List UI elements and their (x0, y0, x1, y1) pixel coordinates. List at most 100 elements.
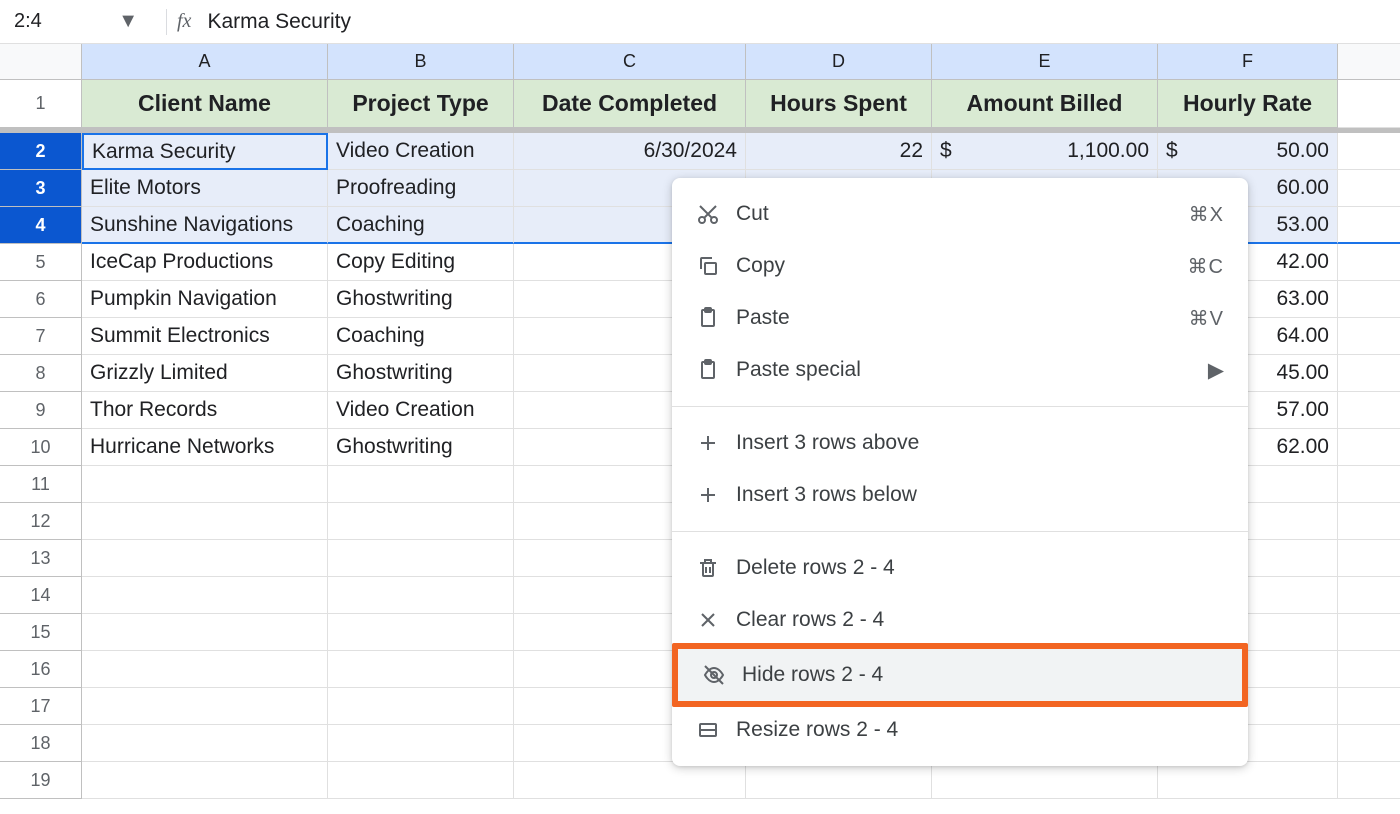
cell-client[interactable]: Grizzly Limited (82, 355, 328, 392)
header-row: 1 Client Name Project Type Date Complete… (0, 80, 1400, 128)
cell-client[interactable]: Elite Motors (82, 170, 328, 207)
cell[interactable] (82, 577, 328, 614)
cell-rate[interactable]: $50.00 (1158, 133, 1338, 170)
col-header-f[interactable]: F (1158, 44, 1338, 80)
row-header[interactable]: 3 (0, 170, 82, 207)
cell-client[interactable]: Hurricane Networks (82, 429, 328, 466)
row-header[interactable]: 18 (0, 725, 82, 762)
menu-shortcut: ⌘V (1189, 306, 1224, 331)
row-header[interactable]: 19 (0, 762, 82, 799)
column-headers: A B C D E F (0, 44, 1400, 80)
cell-type[interactable]: Video Creation (328, 392, 514, 429)
cell[interactable] (328, 725, 514, 762)
cell[interactable] (932, 762, 1158, 799)
header-hours[interactable]: Hours Spent (746, 80, 932, 128)
cell[interactable] (82, 688, 328, 725)
cell[interactable] (82, 762, 328, 799)
cell-type[interactable]: Ghostwriting (328, 429, 514, 466)
header-client[interactable]: Client Name (82, 80, 328, 128)
row-header[interactable]: 5 (0, 244, 82, 281)
row-header[interactable]: 2 (0, 133, 82, 170)
cell[interactable] (82, 540, 328, 577)
header-type[interactable]: Project Type (328, 80, 514, 128)
cell-type[interactable]: Video Creation (328, 133, 514, 170)
menu-delete[interactable]: Delete rows 2 - 4 (672, 542, 1248, 594)
cell-client[interactable]: IceCap Productions (82, 244, 328, 281)
col-header-a[interactable]: A (82, 44, 328, 80)
cell[interactable] (328, 614, 514, 651)
menu-insert-below[interactable]: Insert 3 rows below (672, 469, 1248, 521)
row-header[interactable]: 8 (0, 355, 82, 392)
name-box[interactable]: 2:4 ▼ (6, 6, 156, 37)
row-header[interactable]: 15 (0, 614, 82, 651)
cell[interactable] (328, 762, 514, 799)
menu-cut[interactable]: Cut ⌘X (672, 188, 1248, 240)
dropdown-icon[interactable]: ▼ (118, 10, 138, 33)
col-header-e[interactable]: E (932, 44, 1158, 80)
col-header-b[interactable]: B (328, 44, 514, 80)
cell[interactable] (514, 762, 746, 799)
copy-icon (696, 254, 736, 278)
select-all-corner[interactable] (0, 44, 82, 80)
row-header[interactable]: 11 (0, 466, 82, 503)
cell-type[interactable]: Copy Editing (328, 244, 514, 281)
col-header-c[interactable]: C (514, 44, 746, 80)
cell-type[interactable]: Ghostwriting (328, 281, 514, 318)
cell[interactable] (82, 651, 328, 688)
menu-insert-above[interactable]: Insert 3 rows above (672, 417, 1248, 469)
menu-clear[interactable]: Clear rows 2 - 4 (672, 594, 1248, 646)
formula-value[interactable]: Karma Security (207, 10, 351, 34)
row-header[interactable]: 12 (0, 503, 82, 540)
cell-type[interactable]: Proofreading (328, 170, 514, 207)
row-header[interactable]: 7 (0, 318, 82, 355)
cell-client[interactable]: Sunshine Navigations (82, 207, 328, 244)
row-header[interactable]: 9 (0, 392, 82, 429)
cell-date[interactable]: 6/30/2024 (514, 133, 746, 170)
menu-paste[interactable]: Paste ⌘V (672, 292, 1248, 344)
cell[interactable] (1158, 762, 1338, 799)
menu-resize[interactable]: Resize rows 2 - 4 (672, 704, 1248, 756)
row-header[interactable]: 4 (0, 207, 82, 244)
row-header[interactable]: 17 (0, 688, 82, 725)
close-icon (696, 608, 736, 632)
menu-copy[interactable]: Copy ⌘C (672, 240, 1248, 292)
cell[interactable] (82, 503, 328, 540)
cell-client[interactable]: Karma Security (82, 133, 328, 170)
row-header[interactable]: 10 (0, 429, 82, 466)
trash-icon (696, 556, 736, 580)
col-header-d[interactable]: D (746, 44, 932, 80)
cell[interactable] (328, 577, 514, 614)
cell-client[interactable]: Thor Records (82, 392, 328, 429)
cell[interactable] (328, 540, 514, 577)
cell-amount[interactable]: $1,100.00 (932, 133, 1158, 170)
cell[interactable] (82, 725, 328, 762)
header-date[interactable]: Date Completed (514, 80, 746, 128)
header-amount[interactable]: Amount Billed (932, 80, 1158, 128)
cell[interactable] (82, 466, 328, 503)
cell-hours[interactable]: 22 (746, 133, 932, 170)
cell[interactable] (328, 466, 514, 503)
row-header[interactable]: 6 (0, 281, 82, 318)
row-header[interactable]: 13 (0, 540, 82, 577)
cell[interactable] (82, 614, 328, 651)
divider (166, 9, 167, 35)
cell-client[interactable]: Pumpkin Navigation (82, 281, 328, 318)
cell[interactable] (328, 503, 514, 540)
cell-type[interactable]: Ghostwriting (328, 355, 514, 392)
menu-paste-special[interactable]: Paste special ▶ (672, 344, 1248, 396)
fx-icon[interactable]: fx (177, 10, 191, 33)
cell-type[interactable]: Coaching (328, 207, 514, 244)
cell-client[interactable]: Summit Electronics (82, 318, 328, 355)
header-rate[interactable]: Hourly Rate (1158, 80, 1338, 128)
cell[interactable] (746, 762, 932, 799)
row-header-1[interactable]: 1 (0, 80, 82, 128)
row-header[interactable]: 14 (0, 577, 82, 614)
row-header[interactable]: 16 (0, 651, 82, 688)
cell[interactable] (328, 651, 514, 688)
cell[interactable] (328, 688, 514, 725)
menu-hide[interactable]: Hide rows 2 - 4 (678, 649, 1242, 701)
menu-separator (672, 406, 1248, 407)
menu-label: Resize rows 2 - 4 (736, 718, 1224, 742)
menu-separator (672, 531, 1248, 532)
cell-type[interactable]: Coaching (328, 318, 514, 355)
